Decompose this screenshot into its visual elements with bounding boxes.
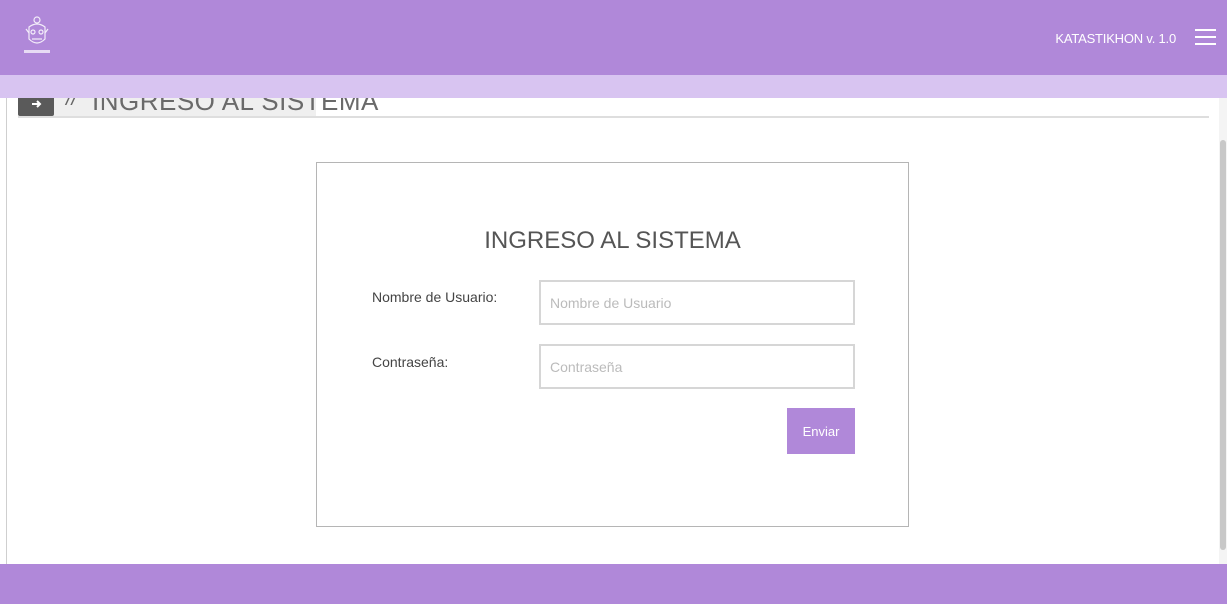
sub-header-bar — [0, 75, 1227, 98]
breadcrumb-tab: // INGRESO AL SISTEMA — [18, 98, 378, 116]
breadcrumb-separator: // — [66, 98, 78, 110]
breadcrumb-underline — [18, 116, 1209, 118]
footer-bar — [0, 564, 1227, 604]
login-card: INGRESO AL SISTEMA Nombre de Usuario: Co… — [316, 162, 909, 527]
top-navbar: KATASTIKHON v. 1.0 — [0, 0, 1227, 75]
password-label: Contraseña: — [372, 354, 449, 370]
login-arrow-icon — [18, 98, 54, 116]
username-label: Nombre de Usuario: — [372, 289, 498, 305]
left-border — [0, 98, 7, 564]
app-version-label: KATASTIKHON v. 1.0 — [1055, 31, 1176, 46]
breadcrumb: // INGRESO AL SISTEMA — [18, 98, 1209, 118]
password-input[interactable] — [539, 344, 855, 389]
breadcrumb-title: INGRESO AL SISTEMA — [92, 98, 379, 116]
hamburger-menu-icon[interactable] — [1195, 29, 1216, 46]
scrollbar-thumb[interactable] — [1220, 140, 1226, 550]
username-input[interactable] — [539, 280, 855, 325]
crest-logo-icon[interactable] — [20, 15, 54, 57]
login-title: INGRESO AL SISTEMA — [484, 227, 741, 254]
submit-button[interactable]: Enviar — [787, 408, 855, 454]
